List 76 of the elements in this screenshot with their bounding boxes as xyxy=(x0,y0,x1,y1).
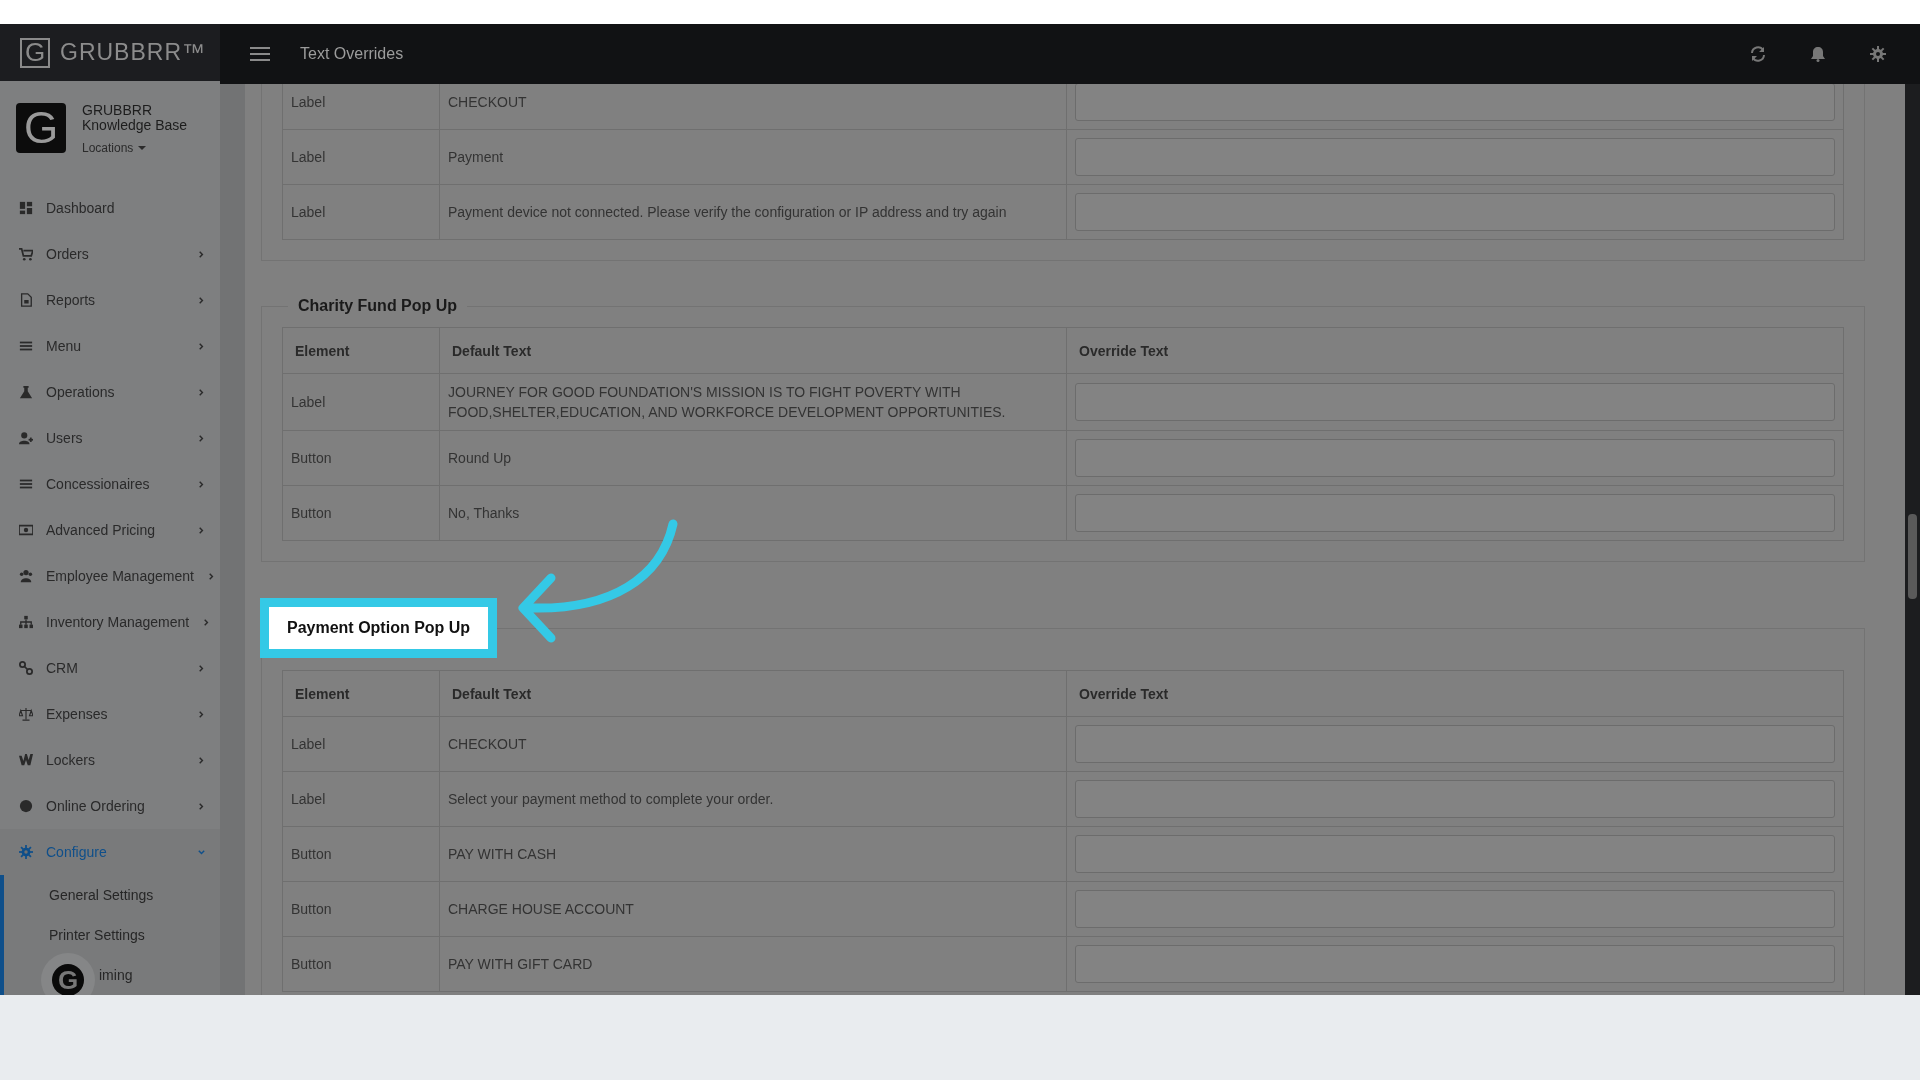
sidebar-item[interactable]: Inventory Management xyxy=(0,599,220,645)
bars-icon xyxy=(19,477,33,491)
table-cell: Payment device not connected. Please verify the configuration or IP address and try again xyxy=(439,184,1067,240)
bell-icon[interactable] xyxy=(1810,46,1826,62)
users-icon xyxy=(19,569,33,583)
column-header: Default Text xyxy=(439,670,1067,717)
sidebar-item[interactable]: Operations xyxy=(0,369,220,415)
table-cell: Button xyxy=(282,430,440,486)
file-icon xyxy=(19,293,33,307)
scale-icon xyxy=(19,707,33,721)
settings-icon[interactable] xyxy=(1870,46,1886,62)
table-cell: Label xyxy=(282,771,440,827)
user-plus-icon xyxy=(19,431,33,445)
money-icon xyxy=(19,523,33,537)
sidebar-item[interactable]: Lockers xyxy=(0,737,220,783)
lockers-icon xyxy=(19,753,33,767)
sidebar-item[interactable]: Online Ordering xyxy=(0,783,220,829)
scrollbar[interactable] xyxy=(1905,84,1920,995)
table-cell: No, Thanks xyxy=(439,485,1067,541)
table-cell: CHARGE HOUSE ACCOUNT xyxy=(439,881,1067,937)
menu-icon[interactable] xyxy=(250,46,270,62)
table-cell: Select your payment method to complete your order. xyxy=(439,771,1067,827)
table-cell: Label xyxy=(282,184,440,240)
flask-icon xyxy=(19,385,33,399)
company-logo: G xyxy=(16,103,66,154)
sidebar-item[interactable]: Menu xyxy=(0,323,220,369)
logo-icon: G xyxy=(20,37,50,68)
table-cell: Button xyxy=(282,826,440,882)
link-icon xyxy=(19,661,33,675)
table-cell: Round Up xyxy=(439,430,1067,486)
section-title: Charity Fund Pop Up xyxy=(297,297,459,315)
table-cell: Label xyxy=(282,373,440,431)
sidebar-item[interactable]: Expenses xyxy=(0,691,220,737)
sidebar-item[interactable]: Dashboard xyxy=(0,185,220,231)
column-header: Default Text xyxy=(439,327,1067,374)
table-cell: Label xyxy=(282,84,440,130)
submenu-item[interactable]: iming xyxy=(99,955,133,995)
sidebar-item[interactable]: CRM xyxy=(0,645,220,691)
table-cell: PAY WITH GIFT CARD xyxy=(439,936,1067,992)
submenu-item[interactable]: Printer Settings xyxy=(4,915,220,955)
refresh-icon[interactable] xyxy=(1750,46,1766,62)
table-cell: CHECKOUT xyxy=(439,716,1067,772)
submenu-item[interactable]: General Settings xyxy=(4,875,220,915)
globe-icon xyxy=(19,799,33,813)
sidebar-item[interactable]: Configure xyxy=(0,829,220,875)
cart-icon xyxy=(19,247,33,261)
dashboard-icon xyxy=(19,201,33,215)
section-title: Payment Option Pop Up xyxy=(260,598,498,658)
locations-dropdown[interactable]: Locations xyxy=(82,141,202,156)
chat-button[interactable]: G xyxy=(41,953,95,995)
table-cell: Button xyxy=(282,936,440,992)
column-header: Override Text xyxy=(1066,327,1844,374)
table-cell: Button xyxy=(282,881,440,937)
company-name: GRUBBRR Knowledge Base xyxy=(82,103,189,134)
brand-name: GRUBBRR™ xyxy=(60,39,206,67)
table-cell: Button xyxy=(282,485,440,541)
sidebar-item[interactable]: Employee Management xyxy=(0,553,220,599)
table-cell: JOURNEY FOR GOOD FOUNDATION'S MISSION IS TO FIGHT POVERTY WITH FOOD,SHELTER,EDUCATION, AND WORKFORCE DEVELOPMENT OPPORTUNITIES. xyxy=(439,373,1067,431)
table-cell: CHECKOUT xyxy=(439,84,1067,130)
column-header: Override Text xyxy=(1066,670,1844,717)
sidebar-item[interactable]: Concessionaires xyxy=(0,461,220,507)
table-cell: Label xyxy=(282,129,440,185)
column-header: Element xyxy=(282,670,440,717)
sidebar-item[interactable]: Users xyxy=(0,415,220,461)
sitemap-icon xyxy=(19,615,33,629)
sidebar-item[interactable]: Reports xyxy=(0,277,220,323)
sidebar-item[interactable]: Advanced Pricing xyxy=(0,507,220,553)
table-cell: Label xyxy=(282,716,440,772)
column-header: Element xyxy=(282,327,440,374)
sidebar-item[interactable]: Orders xyxy=(0,231,220,277)
table-cell: PAY WITH CASH xyxy=(439,826,1067,882)
bars-icon xyxy=(19,339,33,353)
page-title: Text Overrides xyxy=(300,45,404,63)
table-cell: Payment xyxy=(439,129,1067,185)
override-input[interactable] xyxy=(1075,84,1835,121)
gear-icon xyxy=(19,845,33,859)
